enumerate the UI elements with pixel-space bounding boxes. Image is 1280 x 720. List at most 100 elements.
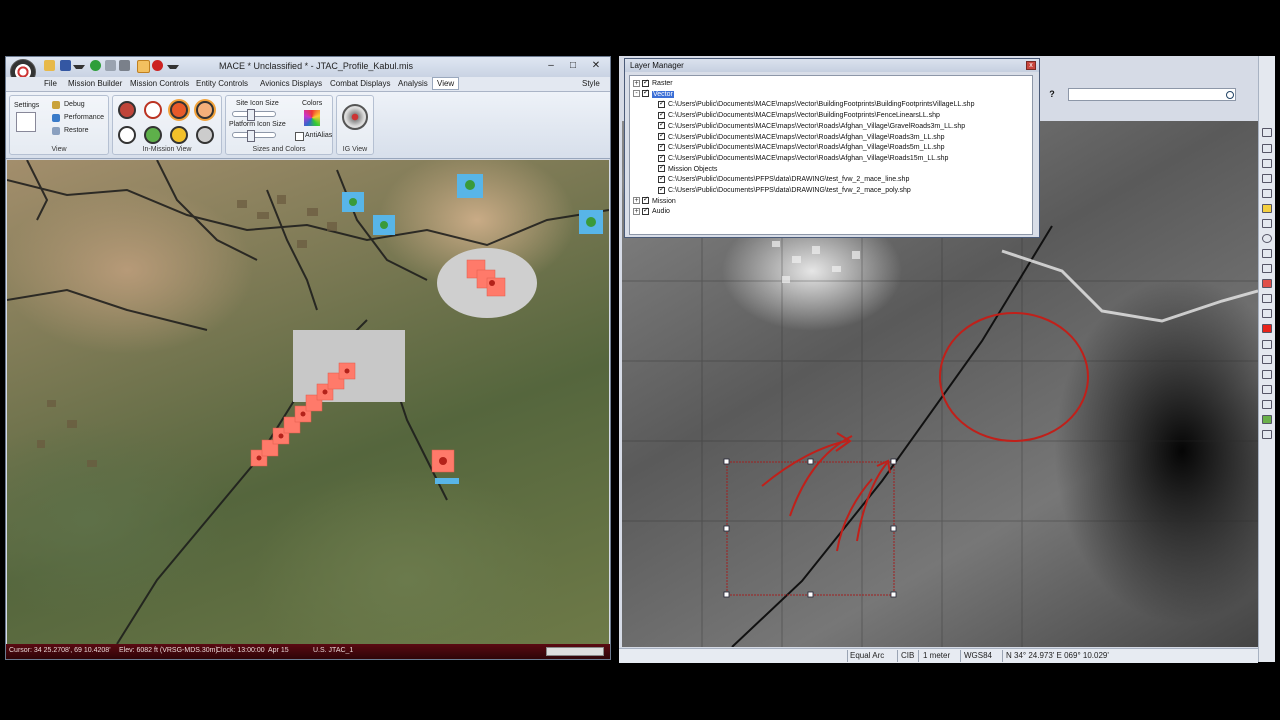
search-input[interactable]	[1068, 88, 1236, 101]
tree-item[interactable]: + Audio	[633, 206, 670, 217]
window-title: MACE * Unclassified * - JTAC_Profile_Kab…	[219, 61, 413, 71]
layer-manager-title-bar: Layer Manager	[625, 59, 1039, 72]
restore-button[interactable]: Restore	[64, 127, 89, 134]
list-tool-icon[interactable]	[1262, 385, 1272, 394]
pointer-tool-icon[interactable]	[1262, 128, 1272, 137]
layers-tool-icon[interactable]	[1262, 415, 1272, 424]
rotate-tool-icon[interactable]	[1262, 159, 1272, 168]
play-icon[interactable]	[90, 60, 101, 71]
camera-icon[interactable]	[196, 126, 214, 144]
tree-item[interactable]: C:\Users\Public\Documents\PFPS\data\DRAW…	[658, 185, 911, 196]
performance-button[interactable]: Performance	[64, 114, 104, 121]
tab-view[interactable]: View	[432, 77, 460, 90]
help-icon[interactable]	[170, 126, 188, 144]
tab-file[interactable]: File	[44, 79, 57, 88]
expand-icon[interactable]: +	[633, 197, 640, 205]
polyline-tool-icon[interactable]	[1262, 189, 1272, 198]
layer-checkbox[interactable]	[658, 110, 665, 120]
line-weight-icon[interactable]	[1262, 340, 1272, 349]
tab-mission-builder[interactable]: Mission Builder	[68, 79, 122, 88]
grid-icon[interactable]	[144, 126, 162, 144]
settings-icon[interactable]	[16, 112, 36, 132]
style-menu[interactable]: Style	[582, 79, 600, 88]
tree-item[interactable]: + Mission	[633, 195, 676, 207]
tree-item[interactable]: - Vector	[633, 88, 674, 100]
text-tool-icon[interactable]	[1262, 249, 1272, 258]
polygon-tool-icon[interactable]	[1262, 204, 1272, 213]
layer-checkbox[interactable]	[658, 142, 665, 152]
layer-checkbox[interactable]	[658, 163, 665, 173]
tab-avionics-displays[interactable]: Avionics Displays	[260, 79, 322, 88]
layer-manager-close-button[interactable]: x	[1026, 61, 1036, 70]
layer-checkbox[interactable]	[642, 78, 649, 88]
search-icon[interactable]	[1226, 91, 1234, 99]
tab-entity-controls[interactable]: Entity Controls	[196, 79, 248, 88]
layer-checkbox[interactable]	[642, 206, 649, 216]
print-tool-icon[interactable]	[1262, 430, 1272, 439]
layer-checkbox[interactable]	[658, 120, 665, 130]
layer-checkbox[interactable]	[658, 185, 665, 195]
pause-icon[interactable]	[105, 60, 116, 71]
slider-handle[interactable]	[247, 130, 255, 142]
close-button[interactable]: ✕	[589, 60, 603, 72]
save-icon[interactable]	[60, 60, 71, 71]
tab-combat-displays[interactable]: Combat Displays	[330, 79, 390, 88]
ig-view-icon[interactable]	[342, 104, 368, 130]
layer-checkbox[interactable]	[642, 88, 649, 98]
threat-ring-icon[interactable]	[170, 101, 188, 119]
layer-checkbox[interactable]	[642, 195, 649, 205]
compass-icon[interactable]	[118, 101, 136, 119]
rectangle-tool-icon[interactable]	[1262, 219, 1272, 228]
line-style-icon[interactable]	[1262, 355, 1272, 364]
record-icon[interactable]	[152, 60, 163, 71]
tree-item[interactable]: + Raster	[633, 78, 673, 89]
open-folder-icon[interactable]	[44, 60, 55, 71]
line-tool-icon[interactable]	[1262, 174, 1272, 183]
range-icon[interactable]	[196, 101, 214, 119]
layer-checkbox[interactable]	[658, 131, 665, 141]
minimize-button[interactable]: –	[544, 60, 558, 72]
tree-item[interactable]: Mission Objects	[658, 163, 717, 175]
camera-tool-icon[interactable]	[1262, 294, 1272, 303]
move-tool-icon[interactable]	[1262, 309, 1272, 318]
dropdown-arrow-icon[interactable]	[167, 65, 179, 69]
debug-button[interactable]: Debug	[64, 101, 85, 108]
crosshair-icon[interactable]	[144, 101, 162, 119]
slider-handle[interactable]	[247, 109, 255, 121]
expand-icon[interactable]: +	[633, 208, 640, 216]
freehand-tool-icon[interactable]	[1262, 279, 1272, 288]
dropdown-arrow-icon[interactable]	[73, 65, 85, 69]
expand-icon[interactable]: +	[633, 79, 640, 87]
layer-checkbox[interactable]	[658, 174, 665, 184]
select-tool-icon[interactable]	[1262, 144, 1272, 153]
settings-button[interactable]: Settings	[14, 102, 39, 109]
map-view-3d[interactable]	[7, 160, 609, 644]
restore-button[interactable]: □	[566, 60, 580, 72]
datum-readout: WGS84	[964, 651, 993, 660]
color-cube-icon[interactable]	[304, 110, 320, 126]
tree-item[interactable]: C:\Users\Public\Documents\MACE\maps\Vect…	[658, 99, 974, 110]
tree-item[interactable]: C:\Users\Public\Documents\MACE\maps\Vect…	[658, 131, 945, 143]
tree-item[interactable]: C:\Users\Public\Documents\PFPS\data\DRAW…	[658, 174, 909, 185]
help-icon[interactable]: ?	[1045, 89, 1059, 100]
platform-icon-size-slider[interactable]	[232, 130, 276, 142]
antialias-checkbox[interactable]	[295, 132, 304, 141]
tab-analysis[interactable]: Analysis	[398, 79, 428, 88]
tree-item[interactable]: C:\Users\Public\Documents\MACE\maps\Vect…	[658, 153, 948, 164]
tree-item[interactable]: C:\Users\Public\Documents\MACE\maps\Vect…	[658, 120, 965, 132]
fill-tool-icon[interactable]	[1262, 370, 1272, 379]
ellipse-tool-icon[interactable]	[1262, 234, 1272, 243]
grid-tool-icon[interactable]	[1262, 264, 1272, 273]
stop-icon[interactable]	[119, 60, 130, 71]
tab-mission-controls[interactable]: Mission Controls	[130, 79, 189, 88]
color-tool-icon[interactable]	[1262, 324, 1272, 333]
label-icon[interactable]	[118, 126, 136, 144]
site-icon-size-slider[interactable]	[232, 109, 276, 121]
collapse-icon[interactable]: -	[633, 90, 640, 98]
layer-checkbox[interactable]	[658, 99, 665, 109]
pointer-icon[interactable]	[137, 60, 150, 73]
tree-item[interactable]: C:\Users\Public\Documents\MACE\maps\Vect…	[658, 142, 945, 153]
table-tool-icon[interactable]	[1262, 400, 1272, 409]
layer-checkbox[interactable]	[658, 153, 665, 163]
tree-item[interactable]: C:\Users\Public\Documents\MACE\maps\Vect…	[658, 110, 940, 121]
